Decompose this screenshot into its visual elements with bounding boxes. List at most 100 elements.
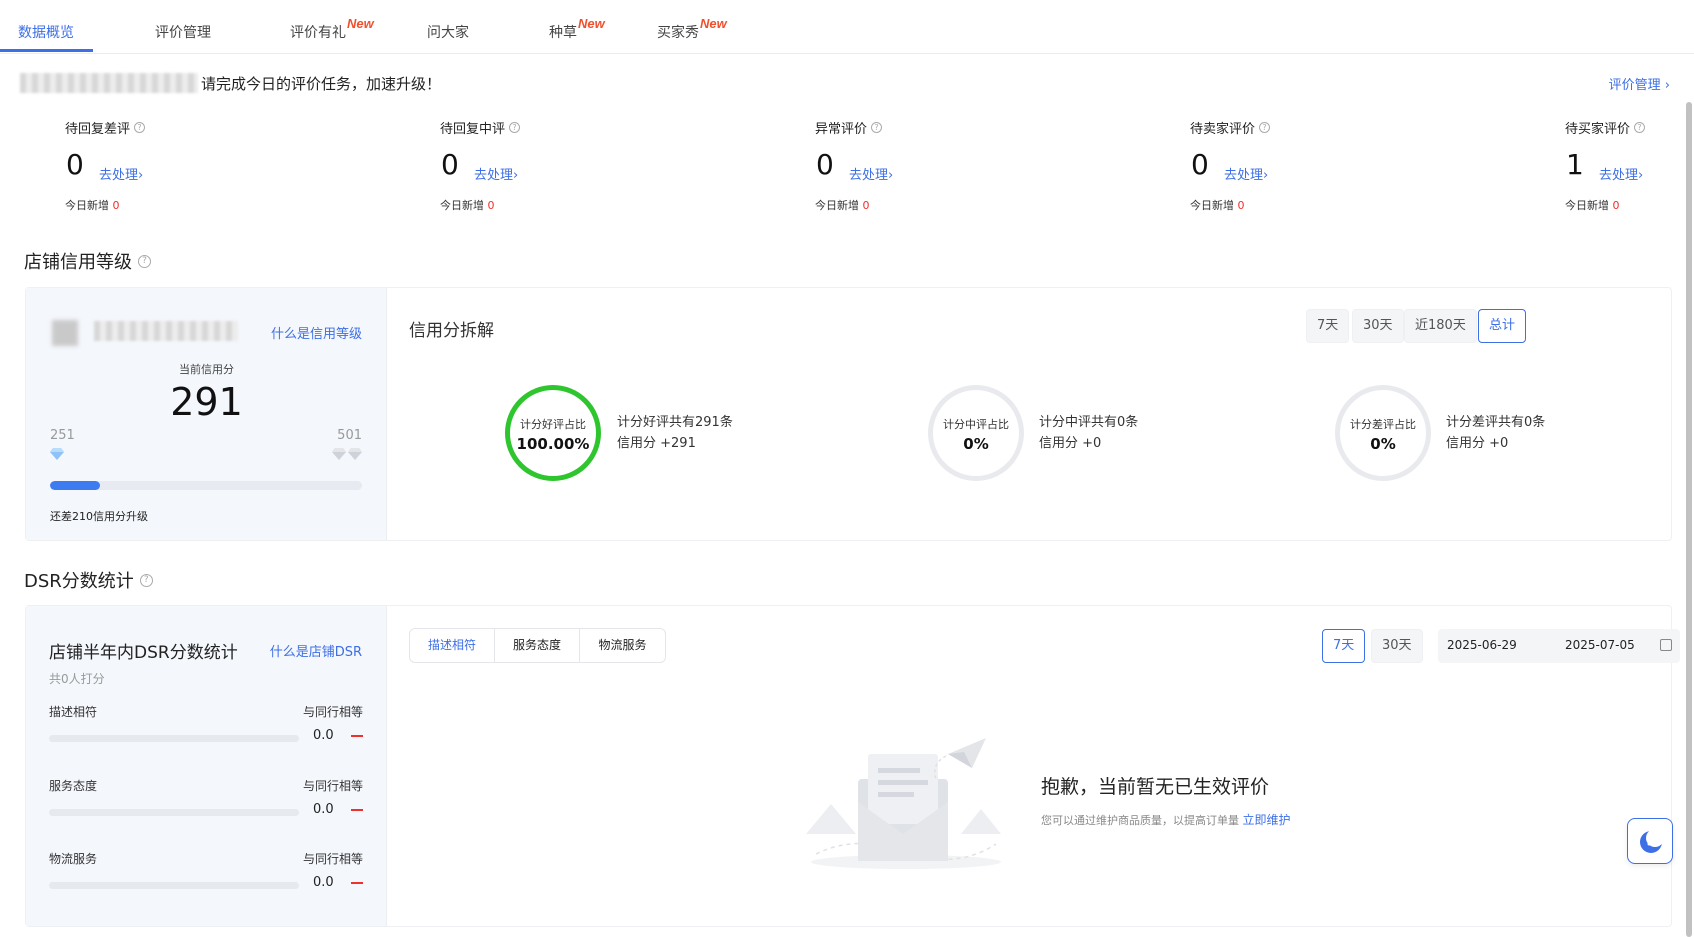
today-new: 今日新增 0 [1565,199,1620,212]
avatar [52,320,78,346]
dsr-panel: 店铺半年内DSR分数统计 什么是店铺DSR 共0人打分 描述相符 与同行相等 0… [25,605,1680,927]
range-7d-button[interactable]: 7天 [1306,309,1350,343]
neutral-ratio-detail: 计分中评共有0条 信用分 +0 [1039,415,1139,451]
stat-label: 待回复中评 [440,122,506,137]
upgrade-hint: 还差210信用分升级 [50,510,148,523]
tab-ask-everyone[interactable]: 问大家 [427,22,469,42]
top-tab-bar: 数据概览 评价管理 评价有礼 New 问大家 种草 New 买家秀 New [0,0,1694,54]
stat-pending-buyer: 待买家评价? 1 去处理› 今日新增 0 [1565,118,1646,212]
tab-label: 评价管理 [155,25,211,41]
floating-assistant-button[interactable] [1627,818,1673,864]
active-tab-indicator [0,49,93,52]
calendar-icon [1660,639,1672,651]
help-icon[interactable]: ? [139,573,153,587]
stat-abnormal: 异常评价? 0 去处理› 今日新增 0 [815,118,893,212]
next-level-diamonds [332,448,362,460]
go-process-link[interactable]: 去处理› [474,164,518,183]
diamond-icon [332,448,346,460]
go-process-link[interactable]: 去处理› [99,164,143,183]
stat-value: 0 [816,148,834,181]
what-is-dsr-link[interactable]: 什么是店铺DSR [270,641,362,660]
today-new: 今日新增 0 [65,199,120,212]
good-ratio-detail: 计分好评共有291条 信用分 +291 [617,415,733,451]
tab-logistics[interactable]: 物流服务 [580,629,665,662]
level-progress-bar [50,481,362,490]
tab-label: 评价有礼 [290,25,346,41]
help-icon[interactable]: ? [871,122,883,133]
tab-label: 种草 [549,25,577,41]
score-track [49,882,299,889]
range-30d-button[interactable]: 30天 [1352,309,1404,343]
task-notice: 请完成今日的评价任务，加速升级！ [20,72,441,94]
diamond-icon [348,448,362,460]
go-process-link[interactable]: 去处理› [849,164,893,183]
neutral-ratio-ring: 计分中评占比 0% [928,385,1024,481]
moon-icon [1640,829,1664,853]
empty-state-illustration [806,738,1001,869]
end-date: 2025-07-05 [1565,638,1635,652]
maintain-now-link[interactable]: 立即维护 [1243,813,1291,827]
page-scrollbar[interactable] [1686,102,1692,937]
dsr-range-30d-button[interactable]: 30天 [1371,629,1423,663]
breakdown-title: 信用分拆解 [409,321,494,341]
negative-ratio-detail: 计分差评共有0条 信用分 +0 [1446,415,1546,451]
tab-description[interactable]: 描述相符 [410,629,495,662]
level-min: 251 [50,428,75,443]
current-score-label: 当前信用分 [179,363,234,376]
credit-section-title: 店铺信用等级? [24,248,151,274]
dsr-title: 店铺半年内DSR分数统计 [49,643,238,663]
start-date: 2025-06-29 [1447,638,1517,652]
stat-label: 待买家评价 [1565,122,1631,137]
level-progress-fill [50,481,100,490]
level-max: 501 [337,428,362,443]
what-is-credit-link[interactable]: 什么是信用等级 [271,323,362,342]
range-180d-button[interactable]: 近180天 [1404,309,1477,343]
tab-data-overview[interactable]: 数据概览 [18,22,74,42]
notice-text: 请完成今日的评价任务，加速升级！ [201,74,442,93]
empty-title: 抱歉，当前暂无已生效评价 [1041,776,1270,798]
equal-dash-icon [351,735,363,737]
stat-label: 异常评价 [815,122,868,137]
dsr-range-7d-button[interactable]: 7天 [1322,629,1366,663]
go-process-link[interactable]: 去处理› [1599,164,1643,183]
today-new: 今日新增 0 [815,199,870,212]
stat-pending-neutral: 待回复中评? 0 去处理› 今日新增 0 [440,118,521,212]
stat-value: 0 [66,148,84,181]
range-total-button[interactable]: 总计 [1478,309,1527,343]
stat-pending-negative: 待回复差评? 0 去处理› 今日新增 0 [65,118,146,212]
tab-service[interactable]: 服务态度 [495,629,580,662]
date-range-picker[interactable]: 2025-06-29 2025-07-05 [1438,629,1680,663]
tab-review-management[interactable]: 评价管理 [155,22,211,42]
help-icon[interactable]: ? [1259,122,1271,133]
tab-label: 问大家 [427,25,469,41]
stat-value: 1 [1566,148,1584,181]
equal-dash-icon [351,809,363,811]
go-process-link[interactable]: 去处理› [1224,164,1268,183]
dsr-summary: 店铺半年内DSR分数统计 什么是店铺DSR 共0人打分 描述相符 与同行相等 0… [26,606,387,926]
equal-dash-icon [351,882,363,884]
redacted-shop-name [94,321,238,341]
today-new: 今日新增 0 [1190,199,1245,212]
tab-buyer-show[interactable]: 买家秀 New [657,16,727,42]
help-icon[interactable]: ? [134,122,146,133]
rater-count: 共0人打分 [49,672,105,686]
help-icon[interactable]: ? [1634,122,1646,133]
tab-label: 数据概览 [18,25,74,41]
new-badge: New [700,16,727,31]
tab-seeding[interactable]: 种草 New [549,16,605,42]
help-icon[interactable]: ? [509,122,521,133]
review-management-link[interactable]: 评价管理 › [1609,74,1670,93]
help-icon[interactable]: ? [138,254,151,268]
redacted-shop-name [20,73,198,93]
paper-plane-icon [948,738,986,768]
score-track [49,809,299,816]
stat-label: 待回复差评 [65,122,131,137]
stat-value: 0 [441,148,459,181]
stat-label: 待卖家评价 [1190,122,1256,137]
new-badge: New [578,16,605,31]
tab-label: 买家秀 [657,25,699,41]
stat-pending-seller: 待卖家评价? 0 去处理› 今日新增 0 [1190,118,1271,212]
tab-review-gift[interactable]: 评价有礼 New [290,16,374,42]
credit-panel: 什么是信用等级 当前信用分 291 251 501 还差210信用分升级 信用分… [25,287,1672,541]
current-score: 291 [170,380,243,424]
